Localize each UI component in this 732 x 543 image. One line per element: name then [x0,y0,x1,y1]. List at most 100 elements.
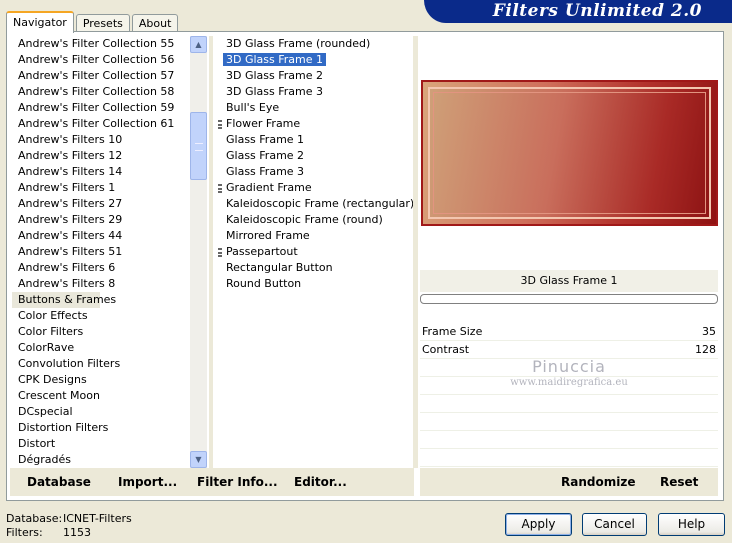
category-item[interactable]: Convolution Filters [12,356,190,372]
filter-item-label: Rectangular Button [226,261,333,274]
filter-item-label: Kaleidoscopic Frame (rectangular) [226,197,415,210]
category-item[interactable]: Andrew's Filters 51 [12,244,190,260]
filter-item[interactable]: 3D Glass Frame (rounded) [216,36,412,52]
category-item[interactable]: Andrew's Filters 6 [12,260,190,276]
progress-bar [420,294,718,304]
filter-item[interactable]: Bull's Eye [216,100,412,116]
param-row-empty [420,431,718,449]
category-item[interactable]: ColorRave [12,340,190,356]
category-item[interactable]: Andrew's Filter Collection 58 [12,84,190,100]
help-button[interactable]: Help [658,513,725,536]
filter-item[interactable]: Round Button [216,276,412,292]
category-item[interactable]: Andrew's Filter Collection 57 [12,68,190,84]
tab-about[interactable]: About [131,14,179,32]
category-item[interactable]: CPK Designs [12,372,190,388]
filter-item[interactable]: Rectangular Button [216,260,412,276]
status-area: Database: ICNET-Filters Filters: 1153 [6,512,132,540]
filter-item[interactable]: Glass Frame 1 [216,132,412,148]
splitter-right[interactable] [413,36,418,468]
left-button-bar: Database Import... Filter Info... Editor… [10,468,414,496]
reset-button[interactable]: Reset [660,475,698,489]
apply-button[interactable]: Apply [505,513,572,536]
filter-item[interactable]: Kaleidoscopic Frame (rectangular) [216,196,415,212]
category-item[interactable]: Andrew's Filters 14 [12,164,190,180]
grip-icon [218,248,222,257]
param-name: Frame Size [422,325,483,338]
filter-item[interactable]: Gradient Frame [216,180,412,196]
category-item[interactable]: Andrew's Filter Collection 55 [12,36,190,52]
filter-item[interactable]: 3D Glass Frame 3 [216,84,412,100]
category-item[interactable]: Andrew's Filter Collection 59 [12,100,190,116]
category-item[interactable]: Distort [12,436,190,452]
watermark-name: Pinuccia [532,357,606,376]
filter-item-label: Passepartout [226,245,298,258]
database-value: ICNET-Filters [63,512,132,525]
randomize-button[interactable]: Randomize [561,475,635,489]
scroll-thumb[interactable] [190,112,207,180]
category-item[interactable]: Andrew's Filters 44 [12,228,190,244]
category-item[interactable]: Andrew's Filters 1 [12,180,190,196]
filter-item-label: 3D Glass Frame 2 [226,69,324,82]
filter-item[interactable]: Flower Frame [216,116,412,132]
selected-filter-name: 3D Glass Frame 1 [420,270,718,292]
param-row[interactable]: Frame Size 35 [420,323,718,341]
category-list[interactable]: Andrew's Filter Collection 55 Andrew's Fi… [12,36,190,468]
cancel-button[interactable]: Cancel [582,513,647,536]
category-item[interactable]: Andrew's Filter Collection 61 [12,116,190,132]
filter-item-label: Glass Frame 2 [226,149,305,162]
filter-preview [421,80,718,226]
filter-list[interactable]: 3D Glass Frame (rounded) 3D Glass Frame 1… [216,36,415,468]
filter-item[interactable]: Mirrored Frame [216,228,412,244]
param-row-empty [420,449,718,467]
category-item[interactable]: Andrew's Filter Collection 56 [12,52,190,68]
param-row-empty [420,395,718,413]
filter-item-label: Glass Frame 1 [226,133,305,146]
filter-item[interactable]: Glass Frame 3 [216,164,412,180]
right-button-bar: Randomize Reset [420,468,718,496]
filter-info-button[interactable]: Filter Info... [197,475,278,489]
import-button[interactable]: Import... [118,475,177,489]
filters-count-value: 1153 [63,526,91,539]
database-button[interactable]: Database [27,475,91,489]
category-item[interactable]: Andrew's Filters 27 [12,196,190,212]
category-item[interactable]: Andrew's Filters 29 [12,212,190,228]
filter-item-label: Round Button [226,277,302,290]
category-item[interactable]: Color Effects [12,308,190,324]
filter-item-label: 3D Glass Frame (rounded) [226,37,371,50]
category-item[interactable]: Buttons & Frames [12,292,116,308]
category-item[interactable]: Color Filters [12,324,190,340]
scroll-down-button[interactable]: ▼ [190,451,207,468]
tab-strip: Navigator Presets About [6,10,180,33]
category-item[interactable]: DCspecial [12,404,190,420]
param-value: 35 [702,325,716,338]
filter-item-label: 3D Glass Frame 1 [223,53,327,66]
filters-count-label: Filters: [6,526,43,539]
app-banner: Filters Unlimited 2.0 [424,0,732,23]
app-title: Filters Unlimited 2.0 [492,1,702,21]
filter-item[interactable]: 3D Glass Frame 2 [216,68,412,84]
tab-navigator[interactable]: Navigator [6,11,74,33]
category-item[interactable]: Andrew's Filters 10 [12,132,190,148]
filter-item-label: 3D Glass Frame 3 [226,85,324,98]
editor-button[interactable]: Editor... [294,475,347,489]
tab-presets[interactable]: Presets [75,14,130,32]
splitter-left[interactable] [209,36,213,468]
filter-item[interactable]: Glass Frame 2 [216,148,412,164]
category-item[interactable]: Distortion Filters [12,420,190,436]
filter-item[interactable]: Passepartout [216,244,412,260]
category-scrollbar[interactable]: ▲ ▼ [190,36,207,468]
filter-item-label: Glass Frame 3 [226,165,305,178]
category-item[interactable]: Andrew's Filters 12 [12,148,190,164]
param-row-empty [420,413,718,431]
param-value: 128 [695,343,716,356]
filter-item-label: Kaleidoscopic Frame (round) [226,213,383,226]
filter-item-label: Mirrored Frame [226,229,310,242]
category-item[interactable]: Andrew's Filters 8 [12,276,190,292]
filter-item[interactable]: 3D Glass Frame 1 [216,52,412,68]
filter-item-label: Flower Frame [226,117,301,130]
filter-item[interactable]: Kaleidoscopic Frame (round) [216,212,412,228]
category-item[interactable]: Dégradés [12,452,190,468]
grip-icon [218,120,222,129]
scroll-up-button[interactable]: ▲ [190,36,207,53]
category-item[interactable]: Crescent Moon [12,388,190,404]
